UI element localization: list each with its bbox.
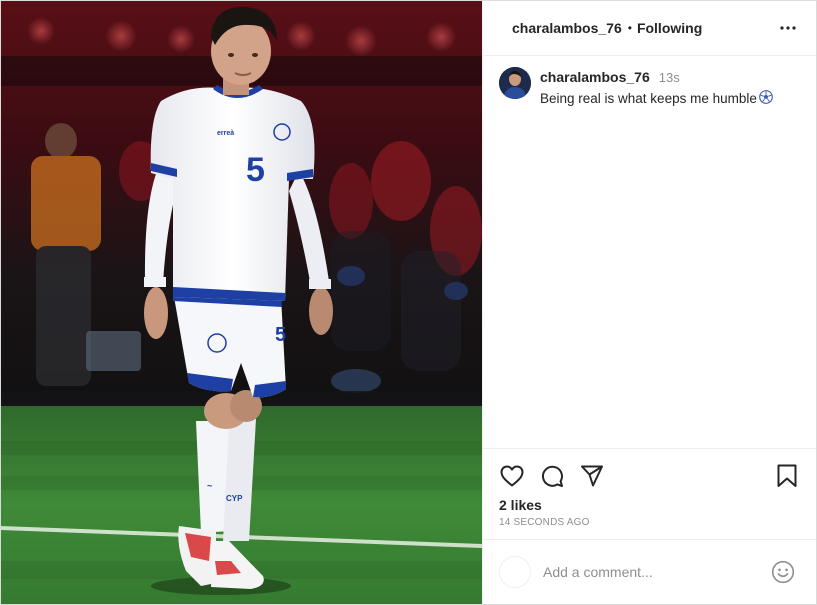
svg-text:erreà: erreà <box>217 130 234 137</box>
action-bar <box>499 463 800 489</box>
author-username[interactable]: charalambos_76 <box>512 20 622 36</box>
player-photo: ~ CYP 5 erreà 5 <box>1 1 482 604</box>
more-options-icon[interactable] <box>778 18 798 38</box>
like-count[interactable]: 2 likes <box>499 497 542 513</box>
caption-timestamp[interactable]: 13s <box>659 70 680 85</box>
svg-text:CYP: CYP <box>226 494 243 503</box>
soccer-ball-icon <box>759 90 773 107</box>
post-header: charalambos_76 • Following <box>483 1 816 56</box>
svg-text:5: 5 <box>275 324 286 346</box>
header-separator: • <box>627 21 632 35</box>
caption-text: Being real is what keeps me humble <box>540 91 757 106</box>
post-photo[interactable]: ~ CYP 5 erreà 5 <box>1 1 482 604</box>
bookmark-icon[interactable] <box>774 463 800 489</box>
jersey-number: 5 <box>246 151 265 189</box>
post-details-panel: charalambos_76 • Following charalambos_7… <box>482 1 816 604</box>
comment-icon[interactable] <box>539 463 565 489</box>
post-caption: charalambos_76 13s Being real is what ke… <box>499 67 802 107</box>
instagram-post: ~ CYP 5 erreà 5 charalambos_76 • Followi… <box>0 0 817 605</box>
comment-composer <box>483 539 816 604</box>
comment-input[interactable] <box>543 564 770 580</box>
action-section <box>483 448 816 487</box>
share-icon[interactable] <box>579 463 605 489</box>
heart-icon[interactable] <box>499 463 525 489</box>
svg-text:~: ~ <box>207 481 212 491</box>
following-button[interactable]: Following <box>637 20 702 36</box>
post-time[interactable]: 14 SECONDS AGO <box>499 517 590 528</box>
caption-username[interactable]: charalambos_76 <box>540 69 650 85</box>
avatar[interactable] <box>499 67 531 99</box>
emoji-icon[interactable] <box>770 559 796 585</box>
comment-avatar <box>499 556 531 588</box>
